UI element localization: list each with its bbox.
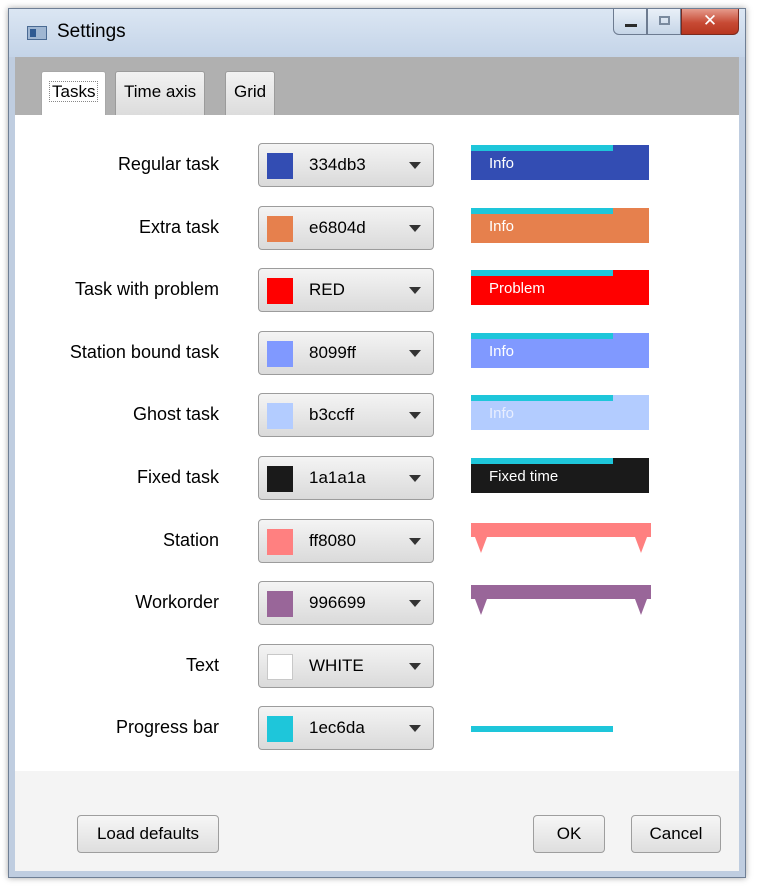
ghost-task-color-picker[interactable]: b3ccff bbox=[258, 393, 434, 437]
tasks-panel: Regular task 334db3 Info Extra task e6804d In… bbox=[15, 115, 739, 793]
dialog-content: Tasks Time axis Grid Regular task 334db3 I… bbox=[15, 57, 739, 871]
color-value: WHITE bbox=[309, 656, 364, 675]
minimize-icon bbox=[625, 24, 637, 27]
fixed-task-color-picker[interactable]: 1a1a1a bbox=[258, 456, 434, 500]
extra-task-preview: Info bbox=[471, 208, 649, 243]
window-controls: ✕ bbox=[613, 9, 739, 36]
color-swatch bbox=[267, 216, 293, 242]
task-with-problem-color-picker[interactable]: RED bbox=[258, 268, 434, 312]
ghost-task-preview: Info bbox=[471, 395, 649, 430]
color-swatch bbox=[267, 278, 293, 304]
close-icon: ✕ bbox=[702, 11, 718, 30]
tab-tasks-label: Tasks bbox=[48, 81, 99, 102]
color-swatch bbox=[267, 403, 293, 429]
progress-indicator bbox=[471, 395, 613, 401]
station-bound-task-label: Station bound task bbox=[69, 342, 219, 362]
color-value: ff8080 bbox=[309, 531, 356, 550]
text-label: Text bbox=[185, 655, 219, 675]
chevron-down-icon bbox=[409, 225, 421, 232]
color-value: 8099ff bbox=[309, 343, 356, 362]
station-color-picker[interactable]: ff8080 bbox=[258, 519, 434, 563]
window-icon bbox=[27, 26, 47, 40]
chevron-down-icon bbox=[409, 350, 421, 357]
window-title: Settings bbox=[57, 21, 126, 42]
task-with-problem-label: Task with problem bbox=[74, 279, 219, 299]
chevron-down-icon bbox=[409, 412, 421, 419]
color-value: 334db3 bbox=[309, 155, 366, 174]
tab-grid-label: Grid bbox=[234, 82, 267, 101]
color-swatch bbox=[267, 466, 293, 492]
regular-task-preview: Info bbox=[471, 145, 649, 180]
progress-indicator bbox=[471, 145, 613, 151]
progress-bar-color-picker[interactable]: 1ec6da bbox=[258, 706, 434, 750]
color-swatch bbox=[267, 153, 293, 179]
settings-window: Settings ✕ Tasks Time axis Grid Regular … bbox=[8, 8, 746, 878]
tab-tasks[interactable]: Tasks bbox=[41, 71, 107, 116]
color-value: 1a1a1a bbox=[309, 468, 366, 487]
load-defaults-button[interactable]: Load defaults bbox=[77, 815, 219, 853]
maximize-button[interactable] bbox=[647, 9, 681, 35]
ghost-task-label: Ghost task bbox=[132, 404, 219, 424]
station-label: Station bbox=[162, 530, 219, 550]
station-bound-task-preview: Info bbox=[471, 333, 649, 368]
chevron-down-icon bbox=[409, 287, 421, 294]
fixed-task-label: Fixed task bbox=[136, 467, 219, 487]
color-swatch bbox=[267, 716, 293, 742]
task-with-problem-preview: Problem bbox=[471, 270, 649, 305]
color-value: 996699 bbox=[309, 593, 366, 612]
chevron-down-icon bbox=[409, 725, 421, 732]
color-swatch bbox=[267, 654, 293, 680]
color-swatch bbox=[267, 341, 293, 367]
progress-bar-label: Progress bar bbox=[115, 717, 219, 737]
progress-indicator bbox=[471, 208, 613, 214]
workorder-color-picker[interactable]: 996699 bbox=[258, 581, 434, 625]
preview-text: Info bbox=[489, 343, 515, 360]
preview-text: Info bbox=[489, 218, 515, 235]
preview-text: Info bbox=[489, 155, 515, 172]
text-color-picker[interactable]: WHITE bbox=[258, 644, 434, 688]
maximize-icon bbox=[659, 16, 670, 25]
close-button[interactable]: ✕ bbox=[681, 9, 739, 35]
chevron-down-icon bbox=[409, 475, 421, 482]
progress-indicator bbox=[471, 333, 613, 339]
station-preview bbox=[471, 523, 651, 553]
chevron-down-icon bbox=[409, 663, 421, 670]
color-value: 1ec6da bbox=[309, 718, 365, 737]
tab-grid[interactable]: Grid bbox=[225, 71, 276, 115]
ok-button[interactable]: OK bbox=[533, 815, 605, 853]
color-value: e6804d bbox=[309, 218, 366, 237]
preview-text: Info bbox=[489, 405, 515, 422]
progress-bar-preview bbox=[471, 726, 613, 732]
workorder-preview bbox=[471, 585, 651, 615]
chevron-down-icon bbox=[409, 538, 421, 545]
preview-text: Problem bbox=[489, 280, 545, 297]
color-value: RED bbox=[309, 280, 345, 299]
station-bound-task-color-picker[interactable]: 8099ff bbox=[258, 331, 434, 375]
dialog-footer: Load defaults OK Cancel bbox=[15, 771, 739, 871]
chevron-down-icon bbox=[409, 162, 421, 169]
title-bar[interactable]: Settings ✕ bbox=[9, 9, 745, 57]
workorder-label: Workorder bbox=[135, 592, 219, 612]
cancel-button[interactable]: Cancel bbox=[631, 815, 721, 853]
progress-indicator bbox=[471, 270, 613, 276]
tab-time-axis[interactable]: Time axis bbox=[115, 71, 206, 115]
fixed-task-preview: Fixed time bbox=[471, 458, 649, 493]
progress-indicator bbox=[471, 458, 613, 464]
regular-task-label: Regular task bbox=[117, 154, 219, 174]
minimize-button[interactable] bbox=[613, 9, 647, 35]
chevron-down-icon bbox=[409, 600, 421, 607]
extra-task-color-picker[interactable]: e6804d bbox=[258, 206, 434, 250]
extra-task-label: Extra task bbox=[138, 217, 219, 237]
color-swatch bbox=[267, 529, 293, 555]
color-value: b3ccff bbox=[309, 405, 355, 424]
color-swatch bbox=[267, 591, 293, 617]
tab-time-axis-label: Time axis bbox=[124, 82, 197, 101]
tab-strip: Tasks Time axis Grid bbox=[15, 57, 739, 116]
preview-text: Fixed time bbox=[489, 468, 559, 485]
regular-task-color-picker[interactable]: 334db3 bbox=[258, 143, 434, 187]
